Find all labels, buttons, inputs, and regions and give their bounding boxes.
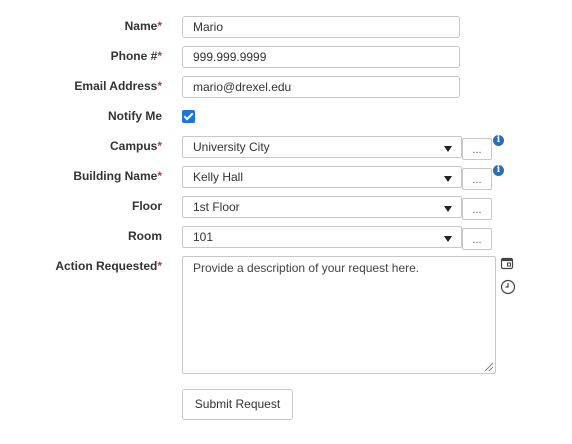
clock-icon[interactable] — [500, 279, 516, 300]
building-select-value: Kelly Hall — [193, 170, 244, 184]
required-mark: * — [157, 169, 162, 183]
campus-row: Campus* University City ... i — [0, 135, 572, 160]
notify-label: Notify Me — [108, 109, 162, 123]
name-label: Name* — [124, 19, 162, 33]
campus-select[interactable]: University City — [182, 136, 462, 158]
required-mark: * — [157, 139, 162, 153]
email-row: Email Address* mario@drexel.edu — [0, 76, 572, 100]
required-mark: * — [157, 79, 162, 93]
floor-select-value: 1st Floor — [193, 200, 240, 214]
building-select[interactable]: Kelly Hall — [182, 166, 462, 188]
room-select[interactable]: 101 — [182, 226, 462, 248]
email-input[interactable]: mario@drexel.edu — [182, 76, 460, 98]
campus-label: Campus* — [109, 139, 162, 153]
caret-down-icon — [444, 206, 452, 212]
floor-lookup-button[interactable]: ... — [462, 198, 492, 220]
action-textarea[interactable]: Provide a description of your request he… — [182, 256, 496, 374]
room-row: Room 101 ... — [0, 226, 572, 250]
room-lookup-button[interactable]: ... — [462, 228, 492, 250]
info-circle-icon[interactable]: i — [493, 135, 504, 146]
required-mark: * — [157, 259, 162, 273]
template-icon[interactable] — [500, 256, 514, 275]
floor-label: Floor — [132, 199, 162, 213]
room-select-value: 101 — [193, 230, 214, 244]
email-label: Email Address* — [74, 79, 162, 93]
room-label: Room — [128, 229, 162, 243]
phone-input[interactable]: 999.999.9999 — [182, 46, 460, 68]
info-circle-icon[interactable]: i — [493, 165, 504, 176]
required-mark: * — [157, 19, 162, 33]
required-mark: * — [157, 49, 162, 63]
action-label: Action Requested* — [55, 259, 162, 273]
building-label: Building Name* — [73, 169, 162, 183]
caret-down-icon — [444, 146, 452, 152]
caret-down-icon — [444, 236, 452, 242]
notify-checkbox[interactable] — [182, 110, 195, 123]
floor-select[interactable]: 1st Floor — [182, 196, 462, 218]
building-lookup-button[interactable]: ... — [462, 168, 492, 190]
floor-row: Floor 1st Floor ... — [0, 196, 572, 220]
name-input[interactable]: Mario — [182, 16, 460, 38]
building-row: Building Name* Kelly Hall ... i — [0, 165, 572, 190]
submit-request-button[interactable]: Submit Request — [182, 389, 293, 420]
resize-grip-icon[interactable] — [485, 363, 493, 371]
notify-row: Notify Me — [0, 106, 572, 130]
action-placeholder: Provide a description of your request he… — [193, 261, 420, 275]
caret-down-icon — [444, 176, 452, 182]
campus-lookup-button[interactable]: ... — [462, 138, 492, 160]
phone-label: Phone #* — [110, 49, 162, 63]
name-row: Name* Mario — [0, 16, 572, 40]
phone-row: Phone #* 999.999.9999 — [0, 46, 572, 70]
campus-select-value: University City — [193, 140, 270, 154]
